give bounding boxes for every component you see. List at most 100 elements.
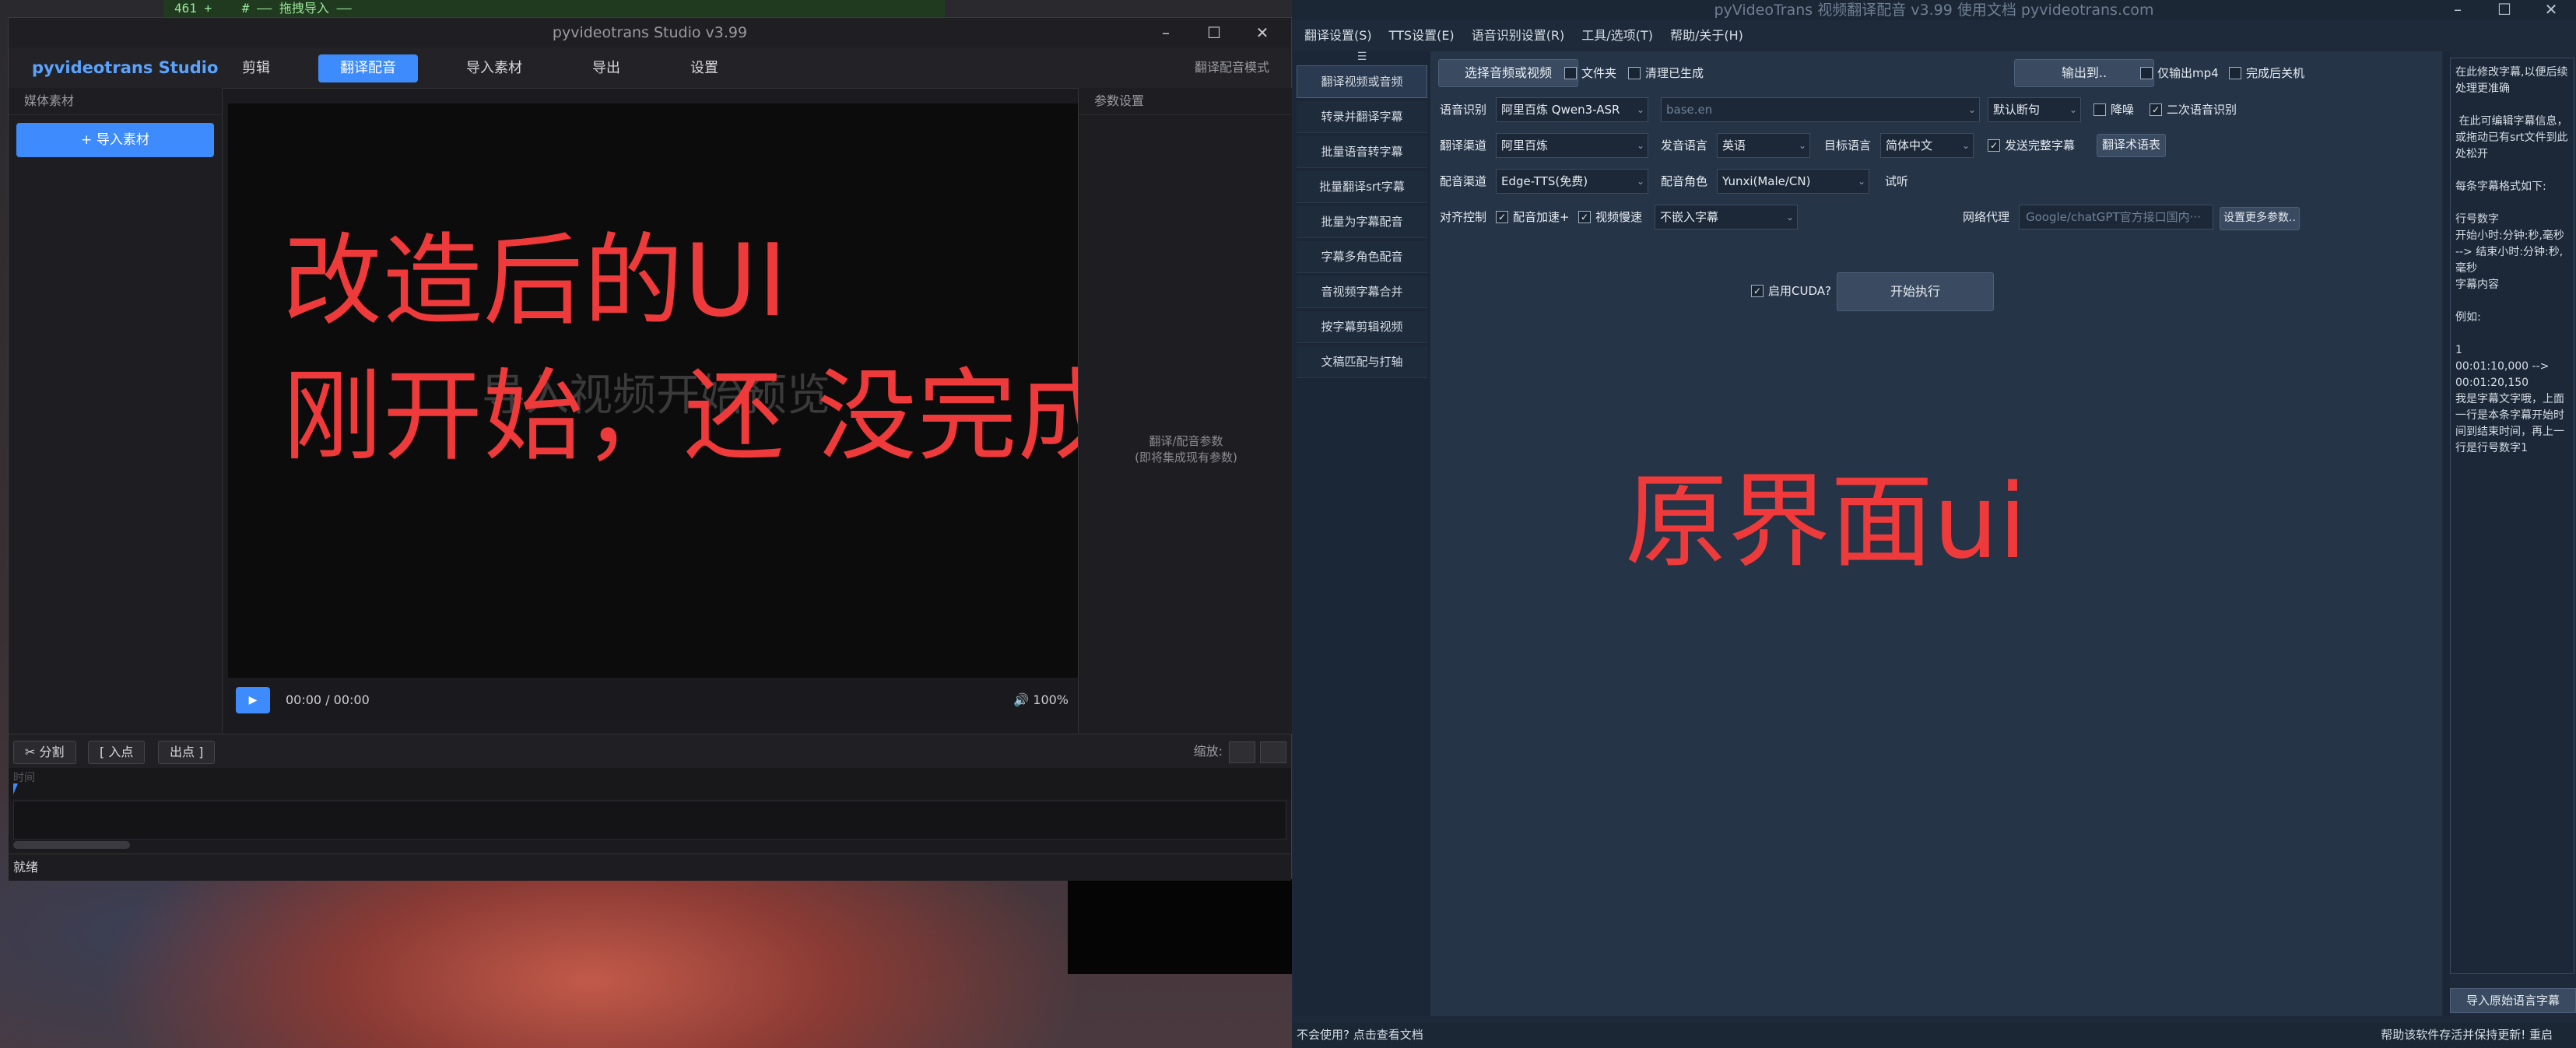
tab-export[interactable]: 导出	[570, 54, 642, 82]
sidebar-item-multi-role[interactable]: 字幕多角色配音	[1297, 241, 1427, 273]
playback-controls: ▶ 00:00 / 00:00 🔊 100%	[228, 681, 1078, 720]
timeline-track[interactable]	[13, 801, 1286, 839]
minimize-button[interactable]: –	[2442, 0, 2473, 20]
out-point-button[interactable]: 出点 ]	[158, 741, 216, 764]
studio-title: pyvideotrans Studio v3.99	[552, 24, 748, 41]
menu-help[interactable]: 帮助/关于(H)	[1670, 23, 1743, 48]
more-params-button[interactable]: 设置更多参数..	[2220, 207, 2300, 230]
start-button[interactable]: 开始执行	[1837, 272, 1994, 311]
clear-generated-checkbox[interactable]: 清理已生成	[1628, 64, 1704, 82]
mode-label: 翻译配音模式	[1194, 60, 1269, 75]
second-asr-checkbox[interactable]: ✓ 二次语音识别	[2150, 100, 2237, 119]
denoise-checkbox[interactable]: 降噪	[2093, 100, 2134, 119]
source-language-value: 英语	[1722, 138, 1746, 152]
media-panel: 媒体素材 + 导入素材	[9, 88, 223, 734]
menu-translate-settings[interactable]: 翻译设置(S)	[1304, 23, 1372, 48]
studio-titlebar: pyvideotrans Studio v3.99 – ☐ ✕	[9, 18, 1291, 47]
tts-channel-select[interactable]: Edge-TTS(免费) ⌄	[1496, 169, 1648, 194]
playhead-icon[interactable]	[13, 783, 18, 794]
params-placeholder: 翻译/配音参数 (即将集成现有参数)	[1079, 433, 1293, 466]
translate-channel-select[interactable]: 阿里百炼 ⌄	[1496, 133, 1648, 158]
only-mp4-checkbox[interactable]: 仅输出mp4	[2140, 64, 2219, 82]
menu-tools[interactable]: 工具/选项(T)	[1581, 23, 1653, 48]
tab-settings[interactable]: 设置	[669, 54, 740, 82]
classic-title: pyVideoTrans 视频翻译配音 v3.99 使用文档 pyvideotr…	[1714, 2, 2154, 19]
sidebar-item-transcribe-translate[interactable]: 转录并翻译字幕	[1297, 101, 1427, 133]
voice-role-select[interactable]: Yunxi(Male/CN) ⌄	[1717, 169, 1869, 194]
subtitle-editor[interactable]: 在此修改字幕,以便后续处理更准确 在此可编辑字幕信息，或拖动已有srt文件到此处…	[2450, 58, 2574, 974]
maximize-button[interactable]: ☐	[1191, 18, 1237, 47]
select-media-button[interactable]: 选择音频或视频	[1438, 59, 1578, 87]
close-button[interactable]: ✕	[1240, 18, 1285, 47]
send-full-subtitle-checkbox[interactable]: ✓ 发送完整字幕	[1988, 136, 2075, 155]
cuda-checkbox[interactable]: ✓ 启用CUDA?	[1751, 282, 1831, 300]
media-panel-header: 媒体素材	[9, 88, 222, 115]
target-language-label: 目标语言	[1824, 138, 1872, 152]
main-form: 选择音频或视频 文件夹 清理已生成 输出到.. 仅输出mp4 完成后关机 语音识…	[1430, 51, 2442, 1016]
listen-button[interactable]: 试听	[1885, 170, 1908, 193]
tab-translate-dub[interactable]: 翻译配音	[318, 54, 418, 82]
params-panel: 参数设置 翻译/配音参数 (即将集成现有参数)	[1078, 88, 1293, 734]
embed-subtitle-select[interactable]: 不嵌入字幕 ⌄	[1655, 205, 1798, 230]
output-to-button[interactable]: 输出到..	[2014, 59, 2154, 87]
zoom-in-button[interactable]	[1260, 741, 1286, 763]
tts-channel-value: Edge-TTS(免费)	[1501, 174, 1588, 188]
voice-role-value: Yunxi(Male/CN)	[1722, 174, 1811, 188]
in-point-button[interactable]: [ 入点	[88, 741, 146, 764]
play-button[interactable]: ▶	[236, 687, 270, 713]
sidebar-item-translate-video[interactable]: 翻译视频或音频	[1297, 65, 1427, 98]
folder-checkbox-label: 文件夹	[1581, 66, 1617, 80]
proxy-input[interactable]: Google/chatGPT官方接口国内···	[2019, 205, 2213, 230]
tab-edit[interactable]: 剪辑	[220, 54, 292, 82]
maximize-button[interactable]: ☐	[2489, 0, 2520, 20]
hamburger-icon[interactable]: ☰	[1293, 51, 1430, 62]
zoom-out-button[interactable]	[1229, 741, 1255, 763]
sidebar-item-merge[interactable]: 音视频字幕合并	[1297, 276, 1427, 308]
checkbox-icon	[1628, 67, 1641, 79]
studio-window-controls: – ☐ ✕	[1143, 18, 1285, 47]
timeline-scrollbar[interactable]	[13, 841, 130, 849]
import-media-button[interactable]: + 导入素材	[16, 123, 214, 157]
sidebar-item-batch-srt-translate[interactable]: 批量翻译srt字幕	[1297, 171, 1427, 203]
video-slowdown-checkbox[interactable]: ✓ 视频慢速	[1578, 208, 1642, 226]
asr-select[interactable]: 阿里百炼 Qwen3-ASR ⌄	[1496, 97, 1648, 122]
menu-bar: 翻译设置(S) TTS设置(E) 语音识别设置(R) 工具/选项(T) 帮助/关…	[1292, 23, 2576, 48]
target-language-select[interactable]: 简体中文 ⌄	[1880, 133, 1974, 158]
volume-control[interactable]: 🔊 100%	[1013, 681, 1069, 720]
folder-checkbox[interactable]: 文件夹	[1564, 64, 1616, 82]
import-subtitle-button[interactable]: 导入原始语言字幕	[2450, 988, 2576, 1013]
timeline-ruler[interactable]: 时间	[9, 768, 1291, 799]
split-button[interactable]: ✂ 分割	[13, 741, 76, 764]
video-preview[interactable]: 导入视频开始预览 改造后的UI 刚开始，还 没完成	[228, 103, 1118, 678]
sidebar-item-batch-dub[interactable]: 批量为字幕配音	[1297, 206, 1427, 238]
cuda-label: 启用CUDA?	[1768, 284, 1831, 298]
translate-channel-value: 阿里百炼	[1501, 138, 1549, 152]
check-icon: ✓	[1496, 211, 1508, 223]
docs-link[interactable]: 不会使用? 点击查看文档	[1297, 1022, 1423, 1048]
checkbox-icon	[2229, 67, 2241, 79]
model-select[interactable]: base.en ⌄	[1661, 97, 1980, 122]
model-value: base.en	[1666, 103, 1713, 117]
minimize-button[interactable]: –	[1143, 18, 1188, 47]
support-restart-link[interactable]: 帮助该软件存活并保持更新! 重启	[2381, 1022, 2553, 1048]
chevron-down-icon: ⌄	[1636, 140, 1644, 151]
menu-asr-settings[interactable]: 语音识别设置(R)	[1472, 23, 1565, 48]
studio-topbar: pyvideotrans Studio 剪辑 翻译配音 导入素材 导出 设置 翻…	[9, 47, 1291, 89]
proxy-label: 网络代理	[1963, 210, 2010, 224]
chevron-down-icon: ⌄	[1798, 140, 1806, 151]
tts-speedup-checkbox[interactable]: ✓ 配音加速+	[1496, 208, 1570, 226]
tab-import[interactable]: 导入素材	[444, 54, 544, 82]
close-button[interactable]: ✕	[2536, 0, 2567, 20]
sidebar-item-cut-by-subtitle[interactable]: 按字幕剪辑视频	[1297, 311, 1427, 343]
shutdown-checkbox[interactable]: 完成后关机	[2229, 64, 2304, 82]
glossary-button[interactable]: 翻译术语表	[2097, 134, 2167, 157]
menu-tts-settings[interactable]: TTS设置(E)	[1389, 23, 1455, 48]
sidebar-item-batch-asr[interactable]: 批量语音转字幕	[1297, 136, 1427, 168]
split-mode-value: 默认断句	[1993, 103, 2041, 117]
function-sidebar: ☰ 翻译视频或音频 转录并翻译字幕 批量语音转字幕 批量翻译srt字幕 批量为字…	[1293, 51, 1430, 1016]
sidebar-item-align[interactable]: 文稿匹配与打轴	[1297, 346, 1427, 378]
source-language-select[interactable]: 英语 ⌄	[1717, 133, 1810, 158]
split-mode-select[interactable]: 默认断句 ⌄	[1988, 97, 2081, 122]
check-icon: ✓	[1988, 139, 2000, 152]
classic-window: pyVideoTrans 视频翻译配音 v3.99 使用文档 pyvideotr…	[1292, 0, 2576, 1048]
